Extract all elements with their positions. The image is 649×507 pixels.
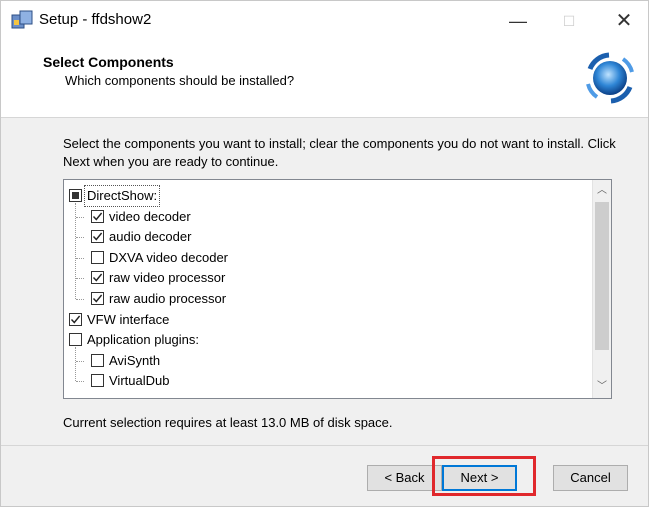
tree-connector (76, 278, 84, 280)
tree-connector (76, 216, 84, 218)
list-scrollbar[interactable]: ︿ ﹀ (592, 180, 611, 398)
scroll-down-icon[interactable]: ﹀ (593, 378, 611, 396)
component-checkbox[interactable] (91, 271, 104, 285)
wizard-logo-icon (581, 49, 639, 107)
setup-window: Setup - ffdshow2 — ☐ ✕ Select Components… (0, 0, 649, 507)
component-checkbox[interactable] (91, 353, 104, 367)
component-label: Application plugins: (87, 332, 200, 348)
close-button[interactable]: ✕ (604, 7, 644, 35)
wizard-header: Select Components Which components shoul… (1, 39, 648, 118)
component-label: AviSynth (109, 352, 161, 368)
window-title: Setup - ffdshow2 (39, 11, 152, 28)
component-label: video decoder (109, 208, 191, 224)
component-label: VirtualDub (109, 373, 170, 389)
tree-connector (76, 237, 84, 239)
instructions-text: Select the components you want to instal… (63, 136, 616, 169)
cancel-button[interactable]: Cancel (553, 465, 628, 491)
component-checkbox[interactable] (69, 312, 82, 326)
component-label: raw video processor (109, 270, 226, 286)
component-label: DXVA video decoder (109, 249, 228, 265)
tree-connector (76, 360, 84, 362)
component-checkbox[interactable] (91, 250, 104, 264)
page-title: Select Components (43, 54, 174, 70)
component-label: audio decoder (109, 229, 192, 245)
back-button[interactable]: < Back (367, 465, 442, 491)
title-bar[interactable]: Setup - ffdshow2 — ☐ ✕ (1, 1, 648, 39)
tree-connector (76, 381, 84, 383)
footer-divider (1, 445, 648, 446)
component-checkbox[interactable] (91, 292, 104, 305)
component-checkbox[interactable] (69, 333, 82, 347)
component-checkbox[interactable] (91, 374, 104, 388)
component-label: VFW interface (87, 311, 170, 327)
next-button-highlight (432, 456, 536, 496)
tree-connector (76, 257, 84, 259)
tree-connector (75, 203, 76, 299)
component-label: DirectShow: (83, 185, 161, 207)
scroll-up-icon[interactable]: ︿ (593, 182, 611, 200)
component-checkbox[interactable] (69, 189, 82, 202)
component-checkbox[interactable] (91, 230, 104, 244)
tree-connector (76, 299, 84, 300)
component-checkbox[interactable] (91, 209, 104, 223)
components-list[interactable]: ︿ ﹀ DirectShow: video decoder audio decode… (63, 179, 612, 399)
page-subtitle: Which components should be installed? (65, 73, 295, 88)
scroll-thumb[interactable] (595, 202, 609, 350)
setup-app-icon (11, 10, 33, 30)
component-label: raw audio processor (109, 291, 227, 306)
maximize-button: ☐ (562, 13, 576, 29)
minimize-button[interactable]: — (498, 7, 538, 35)
disk-space-text: Current selection requires at least 13.0… (63, 415, 393, 430)
tree-connector (75, 347, 76, 382)
